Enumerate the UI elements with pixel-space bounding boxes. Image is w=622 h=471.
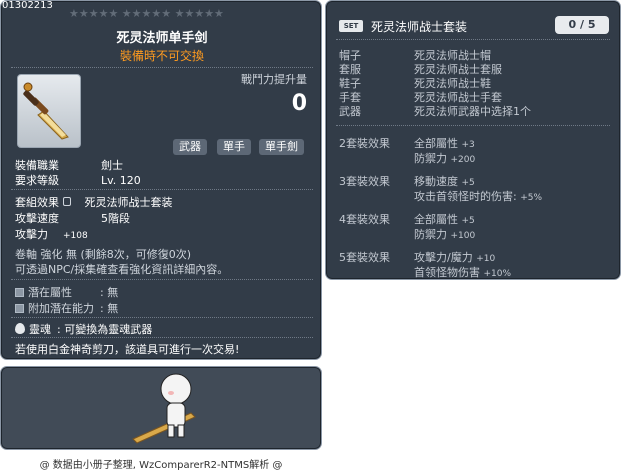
tag-one-handed-sword: 單手劍 bbox=[259, 139, 304, 155]
divider bbox=[11, 279, 313, 280]
set-count: 0 / 5 bbox=[555, 16, 609, 34]
star-force-stars: ★★★★★ ★★★★★ ★★★★★ bbox=[69, 7, 224, 20]
req-level-row: 要求等級 Lv. 120 bbox=[15, 174, 141, 187]
extra-potential-row: 附加潛在能力: 無 bbox=[15, 300, 118, 316]
footer-credit: @ 数据由小册子整理, WzComparerR2-NTMS解析 @ bbox=[39, 460, 283, 471]
soul-row: 靈魂: 可變換為靈魂武器 bbox=[15, 321, 152, 337]
character-avatar bbox=[132, 373, 196, 444]
item-code: 01302213 bbox=[2, 0, 53, 11]
tag-one-handed: 單手 bbox=[217, 139, 251, 155]
character-preview-panel bbox=[0, 366, 322, 450]
sword-icon bbox=[23, 82, 69, 140]
divider bbox=[11, 67, 313, 68]
set-title: 死灵法师战士套装 bbox=[371, 20, 468, 34]
item-icon-frame bbox=[17, 74, 81, 148]
set-effect-5-line: 首领怪物伤害 +10% bbox=[414, 266, 512, 279]
potential-slot-icon bbox=[15, 288, 24, 297]
set-effect-row: 套組效果 死灵法师战士套装 bbox=[15, 196, 173, 209]
divider bbox=[336, 125, 610, 126]
job-row: 裝備職業 劍士 bbox=[15, 159, 123, 172]
set-effect-4-line: 防禦力 +100 bbox=[414, 228, 476, 241]
set-effect-4: 4套裝效果 全部屬性 +5 bbox=[339, 213, 475, 226]
trade-status: 裝備時不可交換 bbox=[119, 49, 204, 63]
divider bbox=[336, 39, 610, 40]
set-part-row: 武器 死灵法师武器中选择1个 bbox=[339, 105, 531, 118]
set-effect-2-line: 防禦力 +200 bbox=[414, 152, 476, 165]
power-increase-label: 戰鬥力提升量 bbox=[241, 73, 307, 86]
attack-row: 攻擊力 +108 bbox=[15, 228, 88, 241]
scissors-note: 若使用白金神奇剪刀，該道具可進行一次交易! bbox=[15, 343, 240, 356]
divider bbox=[11, 317, 313, 318]
soul-flame-icon bbox=[15, 323, 25, 334]
set-effect-3-line: 攻击首领怪时的伤害: +5% bbox=[414, 190, 543, 203]
divider bbox=[11, 337, 313, 338]
potential-row: 潛在屬性: 無 bbox=[15, 284, 118, 300]
npc-info: 可透過NPC/採集確查看強化資訊詳細內容。 bbox=[15, 263, 229, 276]
item-name: 死灵法师单手剑 bbox=[116, 31, 208, 46]
extra-potential-slot-icon bbox=[15, 304, 24, 313]
divider bbox=[11, 189, 313, 190]
attack-speed-row: 攻擊速度 5階段 bbox=[15, 212, 130, 225]
item-tooltip-panel: ★★★★★ ★★★★★ ★★★★★ 死灵法师单手剑 裝備時不可交換 戰鬥力提升量… bbox=[0, 0, 322, 360]
tag-weapon: 武器 bbox=[173, 139, 207, 155]
set-effect-2: 2套裝效果 全部屬性 +3 bbox=[339, 137, 475, 150]
set-effect-5: 5套裝效果 攻擊力/魔力 +10 bbox=[339, 251, 496, 264]
set-badge: SET bbox=[339, 20, 363, 32]
scroll-info: 卷軸 強化 無 (剩餘8次，可修復0次) bbox=[15, 248, 192, 261]
set-info-panel: SET 死灵法师战士套装 0 / 5 帽子 死灵法师战士帽 套服 死灵法师战士套服 … bbox=[325, 0, 621, 280]
power-increase-value: 0 bbox=[291, 91, 307, 116]
set-effect-3: 3套裝效果 移動速度 +5 bbox=[339, 175, 475, 188]
lock-icon bbox=[62, 197, 71, 206]
